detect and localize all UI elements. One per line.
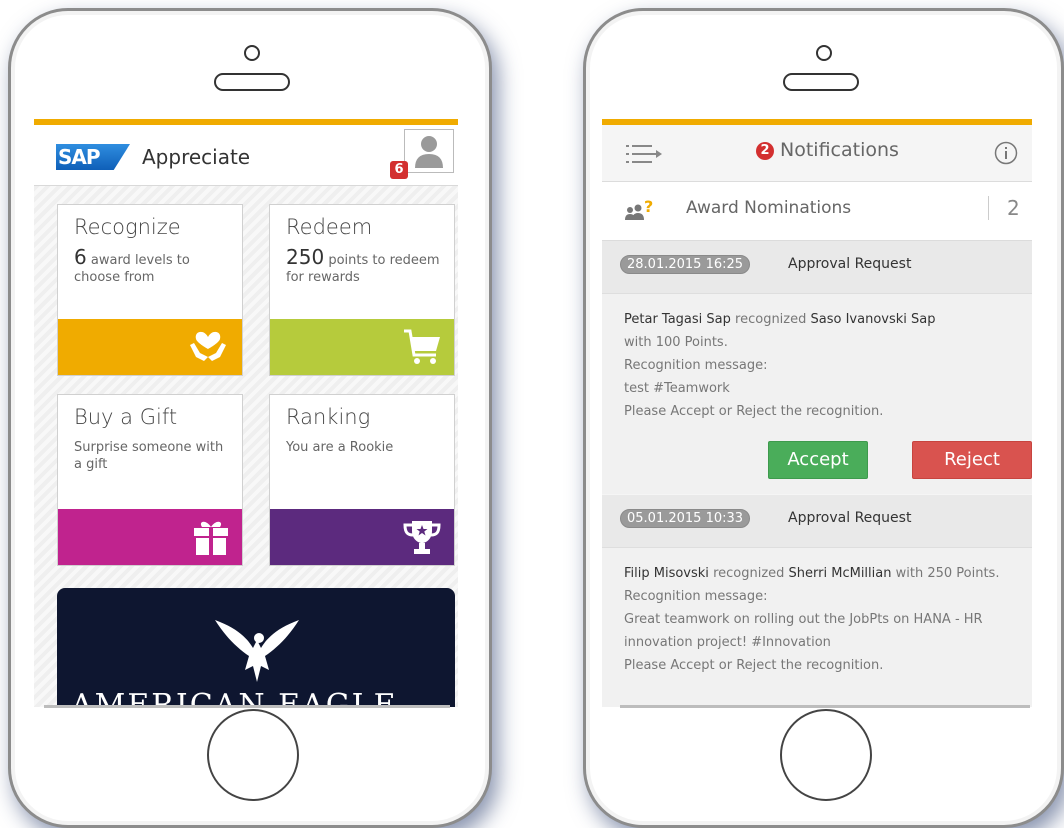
award-nominations-count: 2 <box>988 196 1020 220</box>
screen-edge <box>620 705 1030 708</box>
notifications-screen: 2 Notifications ? Award Nominations 2 28.… <box>602 119 1032 707</box>
tile-desc: 6 award levels to choose from <box>74 247 234 286</box>
notifications-title-text: Notifications <box>780 139 899 161</box>
eagle-logo-icon <box>215 620 299 682</box>
notification-date: 05.01.2015 10:33 <box>620 509 751 528</box>
receiver-name: Saso Ivanovski Sap <box>810 312 936 327</box>
notifications-badge: 2 <box>756 142 774 160</box>
screen-edge <box>44 705 450 708</box>
notification-header: 28.01.2015 16:25 Approval Request <box>602 241 1032 293</box>
gift-icon <box>194 521 228 555</box>
phone-frame-left: SAP Appreciate 6 Recognize 6 award level… <box>8 8 492 828</box>
prompt-text: Please Accept or Reject the recognition. <box>624 404 884 419</box>
prompt-text: Please Accept or Reject the recognition. <box>624 658 884 673</box>
points-text: with 250 Points. <box>895 566 1000 581</box>
reject-button[interactable]: Reject <box>912 441 1032 479</box>
tile-desc-text: award levels to choose from <box>74 253 190 285</box>
tile-bar <box>58 509 242 565</box>
speaker-slot <box>214 73 290 91</box>
notification-date: 28.01.2015 16:25 <box>620 255 751 274</box>
giver-name: Petar Tagasi Sap <box>624 312 731 327</box>
speaker-slot <box>783 73 859 91</box>
avatar[interactable] <box>404 129 454 173</box>
info-icon[interactable] <box>994 141 1018 165</box>
notification-header: 05.01.2015 10:33 Approval Request <box>602 495 1032 547</box>
sap-logo: SAP <box>56 144 130 170</box>
notifications-title: 2 Notifications <box>756 139 899 161</box>
user-icon <box>415 136 443 168</box>
award-nominations-row[interactable]: ? Award Nominations 2 <box>602 182 1032 241</box>
notification-type: Approval Request <box>788 256 912 272</box>
tile-desc: Surprise someone with a gift <box>74 440 224 472</box>
message-text: test #Teamwork <box>624 381 730 396</box>
menu-list-icon[interactable] <box>626 143 664 165</box>
notification-badge: 6 <box>390 161 408 179</box>
message-text: Great teamwork on rolling out the JobPts… <box>624 612 983 650</box>
tile-buy-gift[interactable]: Buy a Gift Surprise someone with a gift <box>57 394 243 566</box>
cart-icon <box>404 329 440 364</box>
group-question-icon: ? <box>625 198 653 220</box>
heart-hands-icon <box>190 331 226 361</box>
notifications-header: 2 Notifications <box>602 125 1032 182</box>
tile-desc: You are a Rookie <box>286 440 394 455</box>
app-header: SAP Appreciate 6 <box>34 125 458 186</box>
american-eagle-banner[interactable]: AMERICAN EAGLE <box>57 588 455 707</box>
verb-text: recognized <box>735 312 807 327</box>
giver-name: Filip Misovski <box>624 566 709 581</box>
tile-number: 6 <box>74 245 87 269</box>
camera-dot <box>244 45 260 61</box>
tile-bar <box>270 319 454 375</box>
tile-redeem[interactable]: Redeem 250 points to redeem for rewards <box>269 204 455 376</box>
message-label: Recognition message: <box>624 589 768 604</box>
home-button[interactable] <box>780 709 872 801</box>
notification-text: Filip Misovski recognized Sherri McMilli… <box>624 562 1019 677</box>
app-title: Appreciate <box>142 145 251 169</box>
award-nominations-label: Award Nominations <box>686 198 852 218</box>
tile-ranking[interactable]: Ranking You are a Rookie <box>269 394 455 566</box>
home-button[interactable] <box>207 709 299 801</box>
receiver-name: Sherri McMillian <box>788 566 892 581</box>
tile-number: 250 <box>286 245 325 269</box>
trophy-icon <box>403 521 441 554</box>
tile-title: Redeem <box>286 215 373 239</box>
tile-recognize[interactable]: Recognize 6 award levels to choose from <box>57 204 243 376</box>
tile-bar <box>270 509 454 565</box>
tile-desc: 250 points to redeem for rewards <box>286 247 446 286</box>
points-text: with 100 Points. <box>624 335 728 350</box>
tile-title: Ranking <box>286 405 371 429</box>
camera-dot <box>816 45 832 61</box>
notification-text: Petar Tagasi Sap recognized Saso Ivanovs… <box>624 308 1019 423</box>
phone-frame-right: 2 Notifications ? Award Nominations 2 28.… <box>583 8 1064 828</box>
tile-title: Buy a Gift <box>74 405 178 429</box>
tile-bar <box>58 319 242 375</box>
notification-type: Approval Request <box>788 510 912 526</box>
message-label: Recognition message: <box>624 358 768 373</box>
verb-text: recognized <box>713 566 785 581</box>
tile-title: Recognize <box>74 215 181 239</box>
appreciate-screen: SAP Appreciate 6 Recognize 6 award level… <box>34 119 458 707</box>
svg-text:?: ? <box>644 198 653 216</box>
notification-body: Filip Misovski recognized Sherri McMilli… <box>602 547 1032 707</box>
accept-button[interactable]: Accept <box>768 441 868 479</box>
